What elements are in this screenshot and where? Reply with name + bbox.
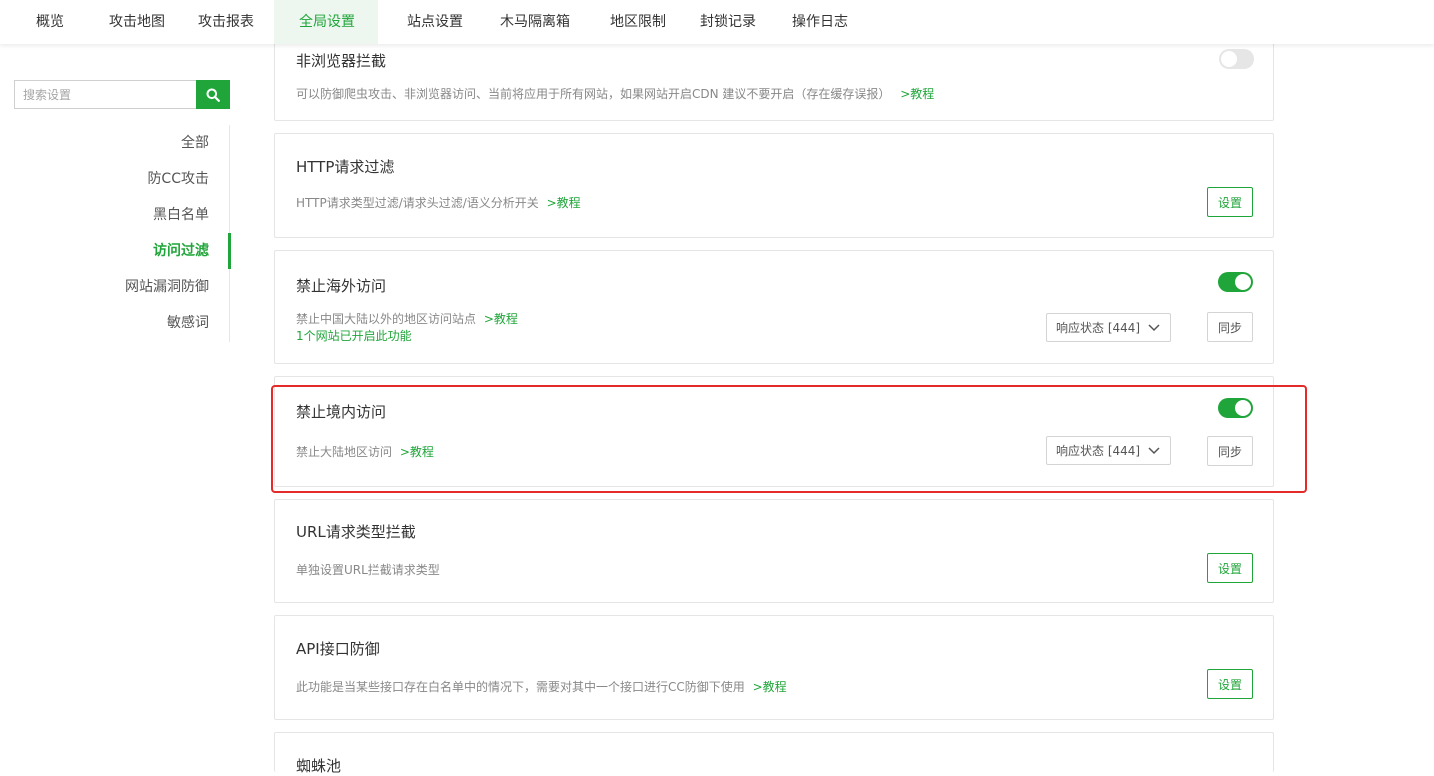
settings-button[interactable]: 设置: [1207, 669, 1253, 699]
card-description: 禁止中国大陆以外的地区访问站点 >教程: [296, 310, 518, 327]
search-button[interactable]: [196, 80, 230, 109]
card-desc-text: 可以防御爬虫攻击、非浏览器访问、当前将应用于所有网站，如果网站开启CDN 建议不…: [296, 87, 891, 101]
search-icon: [206, 88, 220, 102]
card-title: API接口防御: [296, 640, 380, 658]
chevron-down-icon: [1148, 324, 1160, 332]
setting-card-http-filter: HTTP请求过滤 HTTP请求类型过滤/请求头过滤/语义分析开关 >教程 设置: [274, 133, 1274, 238]
card-title: 非浏览器拦截: [296, 52, 387, 70]
sidebar-item-vuln-defense[interactable]: 网站漏洞防御: [0, 269, 229, 305]
sidebar-item-access-filter[interactable]: 访问过滤: [0, 233, 231, 269]
tutorial-link[interactable]: >教程: [753, 680, 787, 694]
tab-overview[interactable]: 概览: [0, 0, 86, 44]
search-input[interactable]: [14, 80, 196, 109]
select-value: 响应状态 [444]: [1056, 321, 1141, 335]
tutorial-link[interactable]: >教程: [547, 196, 581, 210]
tab-attack-map[interactable]: 攻击地图: [86, 0, 183, 44]
sidebar-item-black-white-list[interactable]: 黑白名单: [0, 197, 229, 233]
chevron-down-icon: [1148, 447, 1160, 455]
card-desc-text: 单独设置URL拦截请求类型: [296, 563, 440, 577]
tutorial-link[interactable]: >教程: [400, 445, 434, 459]
setting-card-spider-pool: 蜘蛛池: [274, 732, 1274, 775]
tutorial-link[interactable]: >教程: [900, 87, 934, 101]
sidebar-item-sensitive-words[interactable]: 敏感词: [0, 305, 229, 341]
card-title: 禁止境内访问: [296, 403, 387, 421]
settings-button[interactable]: 设置: [1207, 187, 1253, 217]
card-title: URL请求类型拦截: [296, 523, 416, 541]
sidebar-item-all[interactable]: 全部: [0, 125, 229, 161]
tab-global-settings[interactable]: 全局设置: [274, 0, 378, 44]
settings-button[interactable]: 设置: [1207, 553, 1253, 583]
card-title: 禁止海外访问: [296, 277, 387, 295]
setting-card-ban-overseas: 禁止海外访问 禁止中国大陆以外的地区访问站点 >教程 1个网站已开启此功能 响应…: [274, 250, 1274, 364]
select-value: 响应状态 [444]: [1056, 444, 1141, 458]
enable-toggle[interactable]: [1219, 49, 1254, 69]
sidebar-nav: 全部 防CC攻击 黑白名单 访问过滤 网站漏洞防御 敏感词: [0, 125, 231, 342]
card-description: 单独设置URL拦截请求类型: [296, 561, 440, 578]
enabled-sites-count: 1个网站已开启此功能: [296, 329, 412, 343]
enable-toggle[interactable]: [1218, 398, 1253, 418]
settings-search: [14, 80, 230, 109]
tab-operation-log[interactable]: 操作日志: [772, 0, 866, 44]
card-desc-text: 禁止大陆地区访问: [296, 445, 393, 459]
card-title: 蜘蛛池: [296, 757, 342, 775]
setting-card-ban-domestic: 禁止境内访问 禁止大陆地区访问 >教程 响应状态 [444] 同步: [274, 376, 1274, 487]
setting-card-url-intercept: URL请求类型拦截 单独设置URL拦截请求类型 设置: [274, 499, 1274, 603]
enable-toggle[interactable]: [1218, 272, 1253, 292]
card-desc-text: HTTP请求类型过滤/请求头过滤/语义分析开关: [296, 196, 539, 210]
tutorial-link[interactable]: >教程: [484, 312, 518, 326]
card-description: 可以防御爬虫攻击、非浏览器访问、当前将应用于所有网站，如果网站开启CDN 建议不…: [296, 85, 934, 102]
card-title: HTTP请求过滤: [296, 158, 395, 176]
sync-button[interactable]: 同步: [1207, 436, 1253, 466]
top-nav: 概览 攻击地图 攻击报表 全局设置 站点设置 木马隔离箱 地区限制 封锁记录 操…: [0, 0, 1434, 44]
tab-attack-report[interactable]: 攻击报表: [183, 0, 274, 44]
sidebar-item-anti-cc[interactable]: 防CC攻击: [0, 161, 229, 197]
response-status-select[interactable]: 响应状态 [444]: [1046, 436, 1171, 465]
card-desc-text: 此功能是当某些接口存在白名单中的情况下，需要对其中一个接口进行CC防御下使用: [296, 680, 745, 694]
tab-region-restriction[interactable]: 地区限制: [588, 0, 684, 44]
tab-trojan-quarantine[interactable]: 木马隔离箱: [479, 0, 588, 44]
tab-site-settings[interactable]: 站点设置: [378, 0, 479, 44]
card-desc-text: 禁止中国大陆以外的地区访问站点: [296, 312, 477, 326]
sync-button[interactable]: 同步: [1207, 312, 1253, 342]
tab-block-records[interactable]: 封锁记录: [684, 0, 772, 44]
setting-card-api-defense: API接口防御 此功能是当某些接口存在白名单中的情况下，需要对其中一个接口进行C…: [274, 615, 1274, 720]
response-status-select[interactable]: 响应状态 [444]: [1046, 313, 1171, 342]
card-description: HTTP请求类型过滤/请求头过滤/语义分析开关 >教程: [296, 194, 581, 211]
card-description: 此功能是当某些接口存在白名单中的情况下，需要对其中一个接口进行CC防御下使用 >…: [296, 678, 787, 695]
card-description: 禁止大陆地区访问 >教程: [296, 443, 434, 460]
